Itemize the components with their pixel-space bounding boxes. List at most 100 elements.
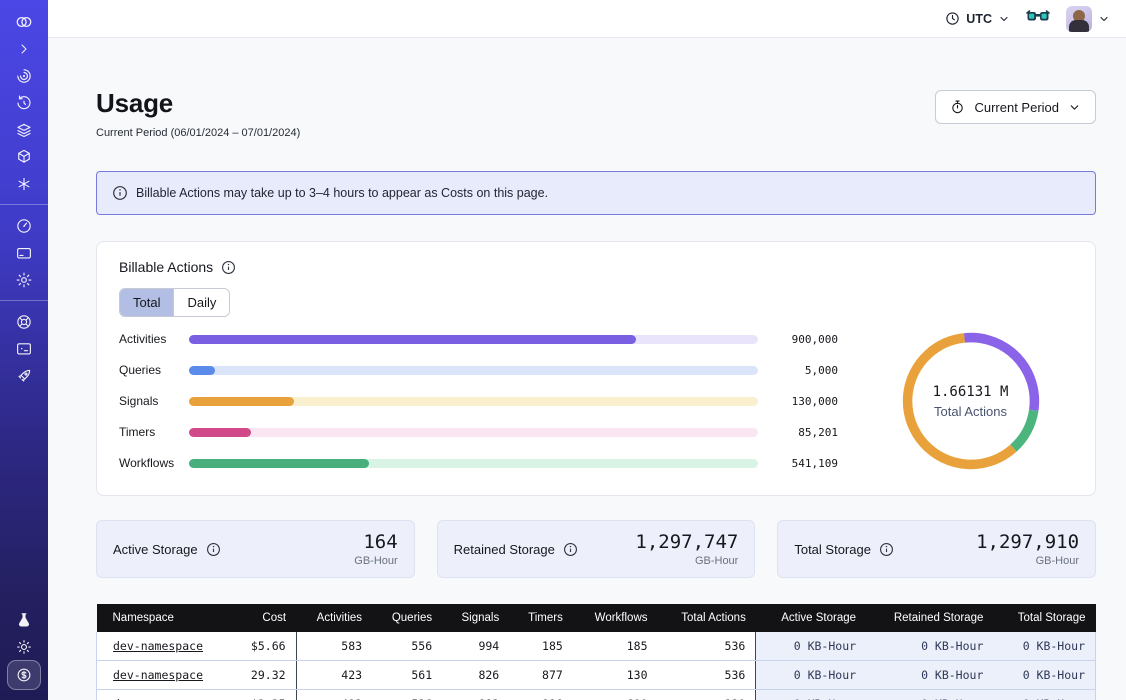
feedback-terminal-icon[interactable] bbox=[7, 335, 41, 362]
user-menu[interactable] bbox=[1066, 6, 1110, 32]
total-storage-value: 1,297,910 bbox=[976, 531, 1079, 553]
bar-track bbox=[189, 459, 758, 468]
table-cell: 994 bbox=[442, 632, 509, 661]
active-storage-label: Active Storage bbox=[113, 542, 198, 557]
bar-value: 85,201 bbox=[758, 426, 838, 439]
bar-label: Signals bbox=[119, 394, 189, 408]
table-cell: 600 bbox=[573, 690, 658, 700]
bar-row-workflows: Workflows 541,109 bbox=[119, 456, 838, 470]
total-storage-unit: GB-Hour bbox=[976, 555, 1079, 567]
bar-fill bbox=[189, 366, 215, 375]
table-row: dev-namespace$5.665835569941851855360 KB… bbox=[97, 632, 1096, 661]
active-storage-value: 164 bbox=[354, 531, 397, 553]
cube-icon[interactable] bbox=[7, 143, 41, 170]
info-icon[interactable] bbox=[221, 260, 236, 275]
tab-daily[interactable]: Daily bbox=[173, 289, 229, 316]
bar-row-timers: Timers85,201 bbox=[119, 425, 838, 439]
theme-sun-icon[interactable] bbox=[7, 633, 41, 660]
current-period-label: Current Period bbox=[974, 100, 1059, 115]
bar-value: 541,109 bbox=[758, 457, 838, 470]
settings-gear-icon[interactable] bbox=[7, 266, 41, 293]
layers-icon[interactable] bbox=[7, 116, 41, 143]
bar-fill bbox=[189, 335, 636, 344]
column-header: Total Actions bbox=[658, 604, 756, 632]
table-body: dev-namespace$5.665835569941851855360 KB… bbox=[97, 632, 1096, 700]
stopwatch-icon bbox=[950, 99, 965, 115]
billable-bars: Activities900,000 Queries 5,000 Signals 130,… bbox=[119, 332, 868, 470]
table-cell: 877 bbox=[509, 661, 573, 690]
total-storage-label: Total Storage bbox=[794, 542, 871, 557]
expand-chevron-right-icon[interactable] bbox=[7, 35, 41, 62]
usage-gauge-icon[interactable] bbox=[7, 212, 41, 239]
total-actions-donut: 1.66131 M Total Actions bbox=[868, 327, 1073, 475]
history-retry-icon[interactable] bbox=[7, 89, 41, 116]
namespace-cell: dev-namespace bbox=[97, 661, 232, 690]
billable-view-toggle: Total Daily bbox=[119, 288, 230, 317]
table-header-row: NamespaceCostActivitiesQueriesSignalsTim… bbox=[97, 604, 1096, 632]
retained-storage-label: Retained Storage bbox=[454, 542, 555, 557]
info-icon[interactable] bbox=[206, 542, 221, 557]
info-banner-text: Billable Actions may take up to 3–4 hour… bbox=[136, 186, 548, 200]
timezone-label: UTC bbox=[966, 12, 992, 26]
table-cell: 423 bbox=[296, 661, 372, 690]
retained-storage-card: Retained Storage 1,297,747 GB-Hour bbox=[437, 520, 756, 578]
bar-fill bbox=[189, 459, 369, 468]
table-cell: 0 KB-Hour bbox=[993, 690, 1095, 700]
chevron-down-icon bbox=[1068, 101, 1081, 114]
rocket-icon[interactable] bbox=[7, 362, 41, 389]
table-cell: 536 bbox=[658, 632, 756, 661]
bar-row-activities: Activities900,000 bbox=[119, 332, 838, 346]
donut-segment-1 bbox=[898, 329, 1042, 473]
column-header: Retained Storage bbox=[866, 604, 993, 632]
donut-segment-0 bbox=[901, 331, 1040, 470]
temporal-logo-icon[interactable] bbox=[7, 8, 41, 35]
retained-storage-value: 1,297,747 bbox=[635, 531, 738, 553]
support-lifebuoy-icon[interactable] bbox=[7, 308, 41, 335]
table-row: dev-namespace$3.354925368838166001300 KB… bbox=[97, 690, 1096, 700]
table-cell: 536 bbox=[372, 690, 442, 700]
topbar: UTC bbox=[48, 0, 1126, 38]
table-cell: 492 bbox=[296, 690, 372, 700]
table-cell: 556 bbox=[372, 632, 442, 661]
column-header: Cost bbox=[232, 604, 296, 632]
clock-icon bbox=[945, 11, 960, 26]
lab-flask-icon[interactable] bbox=[7, 606, 41, 633]
table-cell: 0 KB-Hour bbox=[866, 632, 993, 661]
billing-card-icon[interactable] bbox=[7, 239, 41, 266]
bar-track bbox=[189, 428, 758, 437]
bar-label: Workflows bbox=[119, 456, 189, 470]
bar-label: Queries bbox=[119, 363, 189, 377]
asterisk-icon[interactable] bbox=[7, 170, 41, 197]
billable-actions-title: Billable Actions bbox=[119, 259, 213, 275]
table-cell: 0 KB-Hour bbox=[866, 690, 993, 700]
namespace-link[interactable]: dev-namespace bbox=[113, 668, 203, 682]
tab-total[interactable]: Total bbox=[120, 289, 173, 316]
bar-value: 900,000 bbox=[758, 333, 838, 346]
column-header: Timers bbox=[509, 604, 573, 632]
info-icon[interactable] bbox=[563, 542, 578, 557]
current-period-dropdown[interactable]: Current Period bbox=[935, 90, 1096, 124]
avatar[interactable] bbox=[1066, 6, 1092, 32]
table-cell: 130 bbox=[658, 690, 756, 700]
donut-svg bbox=[897, 327, 1045, 475]
table-cell: 29.32 bbox=[232, 661, 296, 690]
table-cell: 0 KB-Hour bbox=[756, 690, 866, 700]
column-header: Signals bbox=[442, 604, 509, 632]
goggles-icon[interactable] bbox=[1026, 9, 1050, 29]
bar-value: 5,000 bbox=[758, 364, 838, 377]
bar-track bbox=[189, 397, 758, 406]
total-storage-card: Total Storage 1,297,910 GB-Hour bbox=[777, 520, 1096, 578]
bar-track bbox=[189, 366, 758, 375]
workflows-spiral-icon[interactable] bbox=[7, 62, 41, 89]
page-subtitle: Current Period (06/01/2024 – 07/01/2024) bbox=[96, 127, 300, 139]
sidebar-divider bbox=[0, 300, 48, 301]
bar-value: 130,000 bbox=[758, 395, 838, 408]
table-cell: 0 KB-Hour bbox=[993, 632, 1095, 661]
donut-segment-2 bbox=[897, 327, 1045, 475]
info-icon[interactable] bbox=[879, 542, 894, 557]
timezone-selector[interactable]: UTC bbox=[945, 11, 1010, 26]
column-header: Activities bbox=[296, 604, 372, 632]
namespace-link[interactable]: dev-namespace bbox=[113, 639, 203, 653]
info-banner: Billable Actions may take up to 3–4 hour… bbox=[96, 171, 1096, 215]
pricing-coin-icon[interactable] bbox=[7, 660, 41, 690]
